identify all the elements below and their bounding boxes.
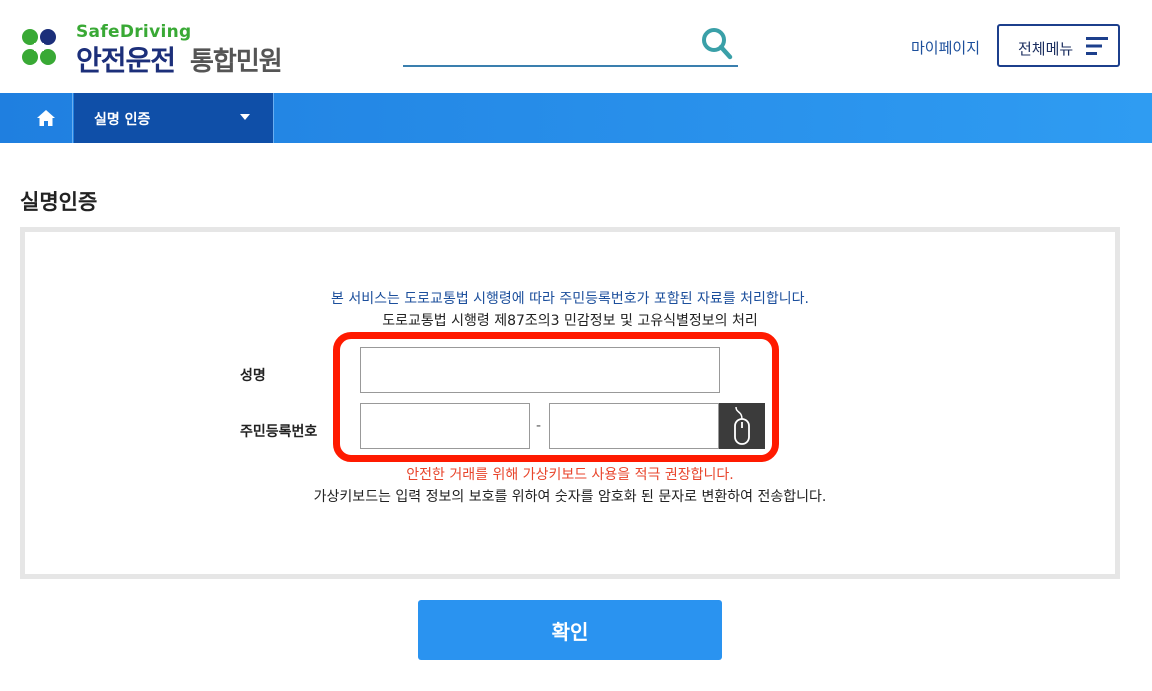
- home-button[interactable]: [0, 93, 73, 143]
- search-icon[interactable]: [700, 26, 734, 62]
- nav-current-label: 실명 인증: [94, 112, 151, 128]
- verification-panel: 본 서비스는 도로교통법 시행령에 따라 주민등록번호가 포함된 자료를 처리합…: [20, 227, 1120, 579]
- mouse-icon: [734, 406, 750, 445]
- clover-logo-icon: [22, 29, 56, 65]
- hamburger-menu-icon: [1086, 37, 1108, 55]
- nav-current-dropdown[interactable]: 실명 인증: [74, 93, 274, 143]
- logo-title-secondary: 통합민원: [190, 47, 283, 77]
- all-menu-button[interactable]: 전체메뉴: [997, 24, 1120, 67]
- site-header: SafeDriving 안전운전 통합민원 마이페이지 전체메뉴: [0, 0, 1152, 93]
- logo-title: 안전운전: [76, 44, 176, 77]
- rrn-front-field[interactable]: [360, 403, 530, 449]
- virtual-keyboard-warning: 안전한 거래를 위해 가상키보드 사용을 적극 권장합니다.: [406, 467, 734, 483]
- all-menu-label: 전체메뉴: [1018, 41, 1074, 58]
- name-field[interactable]: [360, 347, 720, 393]
- service-notice: 본 서비스는 도로교통법 시행령에 따라 주민등록번호가 포함된 자료를 처리합…: [331, 291, 809, 307]
- breadcrumb-nav: 실명 인증: [0, 93, 1152, 143]
- rrn-separator: -: [536, 418, 542, 434]
- rrn-label: 주민등록번호: [240, 424, 318, 440]
- law-notice: 도로교통법 시행령 제87조의3 민감정보 및 고유식별정보의 처리: [382, 313, 758, 329]
- confirm-button[interactable]: 확인: [418, 600, 722, 660]
- name-label: 성명: [240, 368, 266, 384]
- rrn-back-field[interactable]: [549, 403, 719, 449]
- home-icon: [37, 110, 55, 126]
- search-bar: [403, 24, 738, 67]
- search-input[interactable]: [403, 30, 688, 62]
- virtual-keyboard-description: 가상키보드는 입력 정보의 보호를 위하여 숫자를 암호화 된 문자로 변환하여…: [313, 489, 827, 505]
- site-logo[interactable]: SafeDriving 안전운전 통합민원: [20, 22, 300, 77]
- caret-down-icon: [240, 114, 250, 120]
- virtual-keyboard-button[interactable]: [719, 403, 765, 449]
- page-title: 실명인증: [20, 190, 98, 214]
- mypage-link[interactable]: 마이페이지: [911, 37, 980, 58]
